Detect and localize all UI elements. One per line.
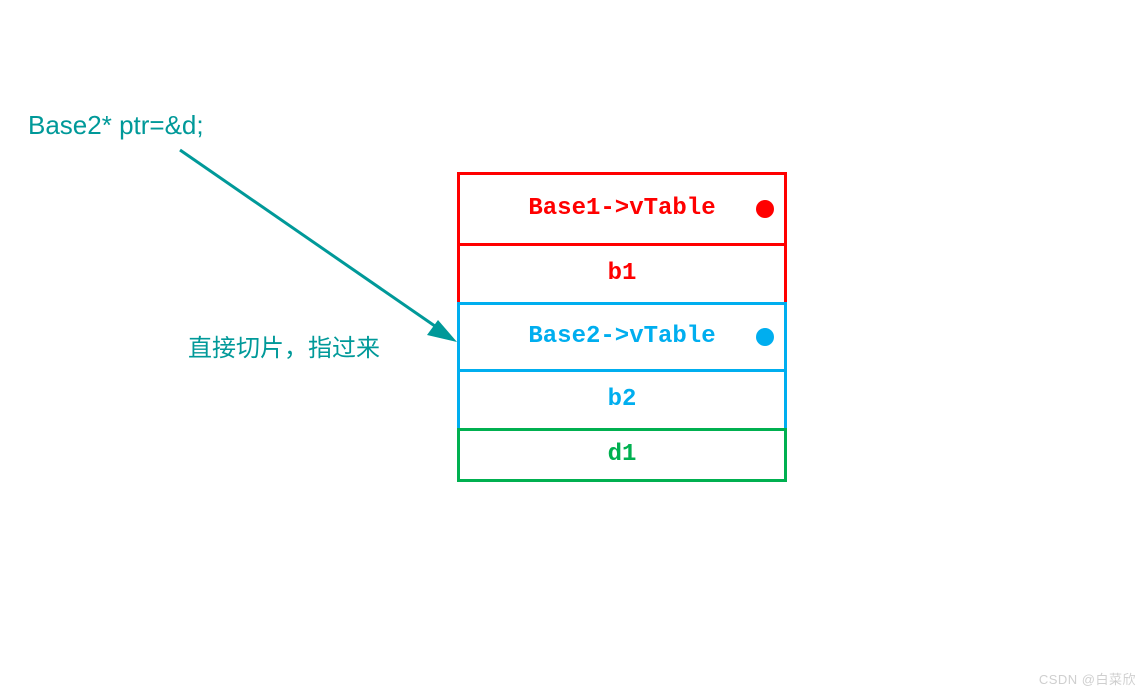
- slice-annotation: 直接切片，指过来: [188, 328, 380, 363]
- row-label: Base1->vTable: [528, 195, 715, 222]
- arrow-line: [180, 150, 445, 333]
- row-label: b1: [608, 260, 637, 287]
- row-label: b2: [608, 386, 637, 413]
- arrow-head-icon: [427, 320, 457, 342]
- row-b1: b1: [457, 243, 787, 305]
- memory-layout-table: Base1->vTable b1 Base2->vTable b2 d1: [457, 172, 787, 482]
- row-label: Base2->vTable: [528, 323, 715, 350]
- row-label: d1: [608, 441, 637, 468]
- row-d1: d1: [457, 428, 787, 482]
- dot-icon: [756, 200, 774, 218]
- row-base2-vtable: Base2->vTable: [457, 302, 787, 372]
- watermark: CSDN @白菜欣: [1039, 669, 1136, 688]
- row-b2: b2: [457, 369, 787, 431]
- row-base1-vtable: Base1->vTable: [457, 172, 787, 246]
- pointer-code: Base2* ptr=&d;: [28, 110, 204, 141]
- dot-icon: [756, 328, 774, 346]
